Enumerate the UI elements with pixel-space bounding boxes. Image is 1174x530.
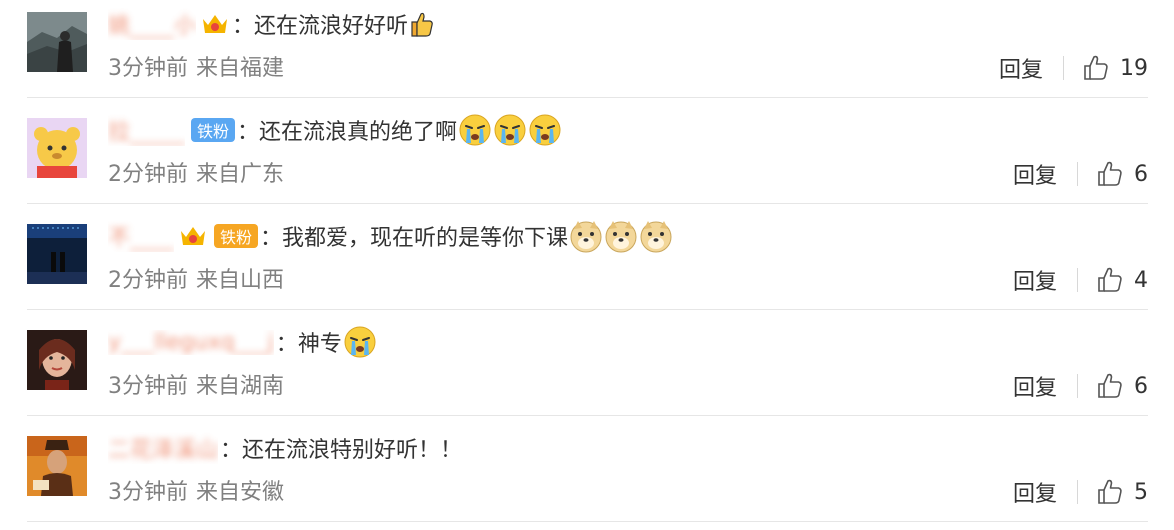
thumbs-up-icon xyxy=(1084,55,1108,80)
username[interactable]: 拉_____ xyxy=(108,114,185,146)
username[interactable]: 姚____小 xyxy=(108,8,196,40)
comment-list: 姚____小 ： 还在流浪好好听 3分钟前 来自福建 回复 19 拉_____ … xyxy=(0,0,1174,530)
like-count: 6 xyxy=(1134,161,1148,187)
comment-content: y___lleguxq___j ： 神专 xyxy=(108,322,377,362)
colon: ： xyxy=(232,14,255,39)
colon: ： xyxy=(275,332,298,357)
like-count: 19 xyxy=(1120,55,1148,81)
comment-meta: 2分钟前 来自广东 xyxy=(108,156,284,188)
comment-location: 来自广东 xyxy=(196,162,285,187)
action-separator xyxy=(1063,56,1064,80)
like-count: 4 xyxy=(1134,267,1148,293)
divider xyxy=(27,415,1148,416)
comment-time: 2分钟前 xyxy=(108,162,188,187)
comment-actions: 回复 19 xyxy=(999,50,1148,86)
action-separator xyxy=(1077,268,1078,292)
comment-text: 还在流浪好好听 xyxy=(254,14,409,39)
comment-actions: 回复 4 xyxy=(1013,262,1148,298)
comment-content: 不____ 铁粉 ： 我都爱，现在听的是等你下课 xyxy=(108,216,673,256)
thumbs-up-icon xyxy=(1098,161,1122,186)
reply-button[interactable]: 回复 xyxy=(1013,264,1057,296)
like-button[interactable]: 6 xyxy=(1096,160,1148,188)
colon: ： xyxy=(260,226,283,251)
action-separator xyxy=(1077,162,1078,186)
doge-emoji xyxy=(605,221,637,253)
avatar[interactable] xyxy=(27,12,87,72)
comment-actions: 回复 6 xyxy=(1013,368,1148,404)
doge-emoji xyxy=(570,221,602,253)
comment-actions: 回复 6 xyxy=(1013,156,1148,192)
comment-location: 来自安徽 xyxy=(196,480,285,505)
action-separator xyxy=(1077,374,1078,398)
comment-content: 拉_____ 铁粉 ： 还在流浪真的绝了啊 xyxy=(108,110,562,150)
comment-item: 姚____小 ： 还在流浪好好听 3分钟前 来自福建 回复 19 xyxy=(0,0,1174,106)
like-button[interactable]: 4 xyxy=(1096,266,1148,294)
comment-item: y___lleguxq___j ： 神专 3分钟前 来自湖南 回复 6 xyxy=(0,318,1174,424)
like-button[interactable]: 19 xyxy=(1082,54,1148,82)
comment-meta: 3分钟前 来自湖南 xyxy=(108,368,284,400)
fan-badge: 铁粉 xyxy=(191,118,236,142)
comment-location: 来自山西 xyxy=(196,268,285,293)
comment-text: 还在流浪特别好听！！ xyxy=(242,438,463,463)
comment-time: 3分钟前 xyxy=(108,374,188,399)
reply-button[interactable]: 回复 xyxy=(1013,370,1057,402)
crying-emoji xyxy=(344,326,376,358)
crying-emoji xyxy=(494,114,526,146)
crying-emoji xyxy=(529,114,561,146)
comment-item: 不____ 铁粉 ： 我都爱，现在听的是等你下课 2分钟前 来自山西 回复 4 xyxy=(0,212,1174,318)
divider xyxy=(27,97,1148,98)
comment-content: 姚____小 ： 还在流浪好好听 xyxy=(108,4,434,44)
crown-icon xyxy=(178,223,208,249)
comment-actions: 回复 5 xyxy=(1013,474,1148,510)
thumbs-up-icon xyxy=(1098,373,1122,398)
fan-badge: 铁粉 xyxy=(214,224,259,248)
like-button[interactable]: 5 xyxy=(1096,478,1148,506)
reply-button[interactable]: 回复 xyxy=(1013,476,1057,508)
crying-emoji xyxy=(459,114,491,146)
avatar[interactable] xyxy=(27,224,87,284)
like-count: 5 xyxy=(1134,479,1148,505)
avatar[interactable] xyxy=(27,330,87,390)
comment-meta: 2分钟前 来自山西 xyxy=(108,262,284,294)
thumbs-up-icon xyxy=(1098,479,1122,504)
comment-text: 神专 xyxy=(297,332,342,357)
comment-time: 3分钟前 xyxy=(108,480,188,505)
comment-time: 3分钟前 xyxy=(108,56,188,81)
reply-button[interactable]: 回复 xyxy=(999,52,1043,84)
like-button[interactable]: 6 xyxy=(1096,372,1148,400)
comment-location: 来自福建 xyxy=(196,56,285,81)
avatar[interactable] xyxy=(27,118,87,178)
divider xyxy=(27,521,1148,522)
reply-button[interactable]: 回复 xyxy=(1013,158,1057,190)
doge-emoji xyxy=(640,221,672,253)
divider xyxy=(27,203,1148,204)
username[interactable]: 二花泽溪山 xyxy=(108,432,218,464)
comment-location: 来自湖南 xyxy=(196,374,285,399)
avatar[interactable] xyxy=(27,436,87,496)
thumbs-up-emoji xyxy=(408,10,434,38)
comment-time: 2分钟前 xyxy=(108,268,188,293)
comment-content: 二花泽溪山 ： 还在流浪特别好听！！ xyxy=(108,428,462,468)
colon: ： xyxy=(220,438,243,463)
thumbs-up-icon xyxy=(1098,267,1122,292)
action-separator xyxy=(1077,480,1078,504)
crown-icon xyxy=(200,11,230,37)
comment-meta: 3分钟前 来自安徽 xyxy=(108,474,284,506)
username[interactable]: y___lleguxq___j xyxy=(108,330,274,355)
colon: ： xyxy=(237,120,260,145)
divider xyxy=(27,309,1148,310)
comment-text: 我都爱，现在听的是等你下课 xyxy=(282,226,569,251)
comment-item: 二花泽溪山 ： 还在流浪特别好听！！ 3分钟前 来自安徽 回复 5 xyxy=(0,424,1174,530)
like-count: 6 xyxy=(1134,373,1148,399)
comment-text: 还在流浪真的绝了啊 xyxy=(259,120,458,145)
comment-meta: 3分钟前 来自福建 xyxy=(108,50,284,82)
username[interactable]: 不____ xyxy=(108,220,174,252)
comment-item: 拉_____ 铁粉 ： 还在流浪真的绝了啊 2分钟前 来自广东 回复 6 xyxy=(0,106,1174,212)
